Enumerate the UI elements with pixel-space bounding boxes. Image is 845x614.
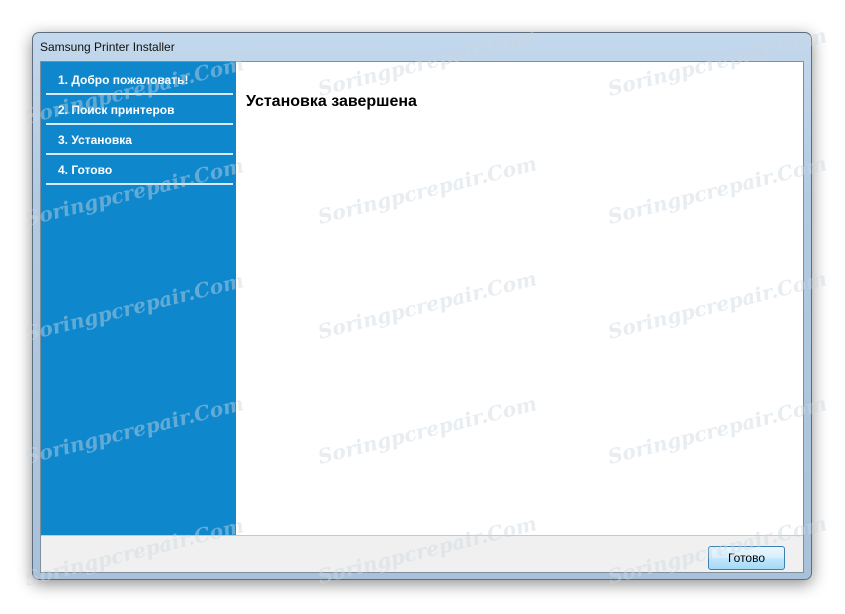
steps-sidebar: 1. Добро пожаловать! 2. Поиск принтеров … [41, 62, 236, 535]
step-printer-search[interactable]: 2. Поиск принтеров [46, 96, 233, 125]
step-welcome-label: 1. Добро пожаловать! [58, 73, 189, 87]
button-bar: Готово [41, 535, 803, 572]
step-done-label: 4. Готово [58, 163, 113, 177]
title-bar[interactable]: Samsung Printer Installer [33, 33, 811, 61]
window-client-area: 1. Добро пожаловать! 2. Поиск принтеров … [40, 61, 804, 573]
step-install[interactable]: 3. Установка [46, 126, 233, 155]
window-title: Samsung Printer Installer [40, 40, 175, 54]
page-title: Установка завершена [246, 93, 417, 110]
step-printer-search-label: 2. Поиск принтеров [58, 103, 175, 117]
step-done[interactable]: 4. Готово [46, 156, 233, 185]
finish-button[interactable]: Готово [708, 546, 785, 570]
installer-window: Samsung Printer Installer 1. Добро пожал… [32, 32, 812, 580]
content-panel: Установка завершена [236, 62, 803, 535]
step-welcome[interactable]: 1. Добро пожаловать! [46, 66, 233, 95]
step-install-label: 3. Установка [58, 133, 132, 147]
